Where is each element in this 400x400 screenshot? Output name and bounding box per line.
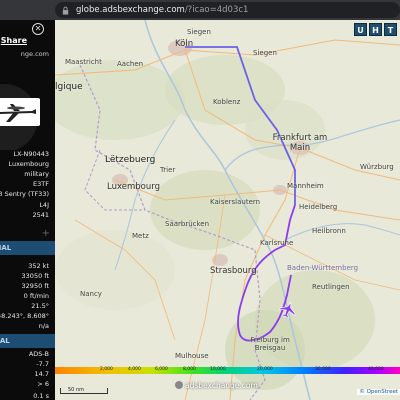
spatial-section-label: TIAL	[0, 244, 12, 252]
place-label: Trier	[160, 166, 176, 174]
map-canvas[interactable]: Siegen Köln Maastricht Aachen Siegen lgi…	[55, 20, 400, 400]
map-base-layer	[55, 20, 400, 400]
place-label: Luxembourg	[107, 182, 160, 192]
place-label: lgique	[55, 82, 83, 92]
rssi-value: -7.7	[36, 360, 49, 368]
url-host: globe.adsbexchange.com	[76, 5, 185, 15]
extra-value: n/a	[38, 322, 49, 330]
country-value: Luxembourg	[8, 160, 49, 168]
place-label: Metz	[132, 232, 149, 240]
browser-toolbar: globe.adsbexchange.com /?icao=4d03c1	[0, 0, 400, 20]
airplane-silhouette-icon	[0, 104, 36, 122]
place-label: Baden-Württemberg	[287, 264, 359, 272]
ground-speed-value: 352 kt	[28, 262, 49, 270]
legend-tick: 6,000	[155, 367, 168, 372]
url-path: /?icao=4d03c1	[184, 5, 249, 15]
place-label: Mulhouse	[175, 352, 209, 360]
signal-section-header[interactable]: NAL	[0, 334, 55, 348]
share-url: nge.com	[20, 50, 49, 58]
legend-tick: 8,000	[183, 367, 196, 372]
type-name-value: -3 Sentry (TF33)	[0, 190, 49, 198]
watermark: adsbexchange.com	[185, 381, 258, 390]
nac-value: > 6	[37, 380, 49, 388]
place-label: Köln	[175, 39, 194, 49]
position-value: 48.243°, 8.608°	[0, 312, 49, 320]
place-label: Lëtzebuerg	[105, 155, 156, 165]
msg-rate-value: 14.7	[34, 370, 49, 378]
spatial-section-header[interactable]: TIAL	[0, 241, 55, 255]
legend-tick: 30,000	[315, 367, 331, 372]
place-label: Koblenz	[213, 98, 241, 106]
layer-button-t[interactable]: T	[384, 23, 397, 36]
lock-icon	[62, 6, 69, 15]
close-icon[interactable]: ✕	[32, 23, 44, 35]
baro-altitude-value: 33050 ft	[21, 272, 49, 280]
category-value: military	[24, 170, 49, 178]
adsbexchange-logo-icon	[175, 381, 183, 389]
layer-button-h[interactable]: H	[369, 23, 382, 36]
legend-tick: 20,000	[257, 367, 273, 372]
squawk-value: 2541	[32, 211, 49, 219]
place-label: Reutlingen	[312, 283, 350, 291]
legend-tick: 4,000	[128, 367, 141, 372]
place-label: Karlsruhe	[260, 239, 294, 247]
aircraft-thumbnail[interactable]	[0, 98, 40, 126]
place-label: Saarbrücken	[165, 220, 210, 228]
last-seen-value: 0.1 s	[33, 392, 49, 400]
layer-button-u[interactable]: U	[354, 23, 367, 36]
aircraft-info-sidebar: ✕ Share nge.com LX-N90443 Luxembourg mil…	[0, 20, 55, 400]
place-label: Frankfurt am Main	[272, 133, 328, 153]
source-value: ADS-B	[28, 350, 49, 358]
registration-value: LX-N90443	[13, 150, 49, 158]
vertical-rate-value: 0 ft/min	[23, 292, 49, 300]
wtc-value: L4J	[39, 201, 49, 209]
signal-section-label: NAL	[0, 337, 10, 345]
place-label: Mannheim	[287, 182, 324, 190]
place-label: Strasbourg	[210, 266, 257, 276]
place-label: Freiburg im Breisgau	[250, 336, 290, 352]
place-label: Kaiserslautern	[210, 198, 261, 206]
track-value: 21.5°	[31, 302, 49, 310]
place-label: Nancy	[80, 290, 102, 298]
place-label: Würzburg	[360, 163, 394, 171]
place-label: Aachen	[117, 60, 144, 68]
legend-tick: 10,000	[210, 367, 226, 372]
share-link[interactable]: Share	[1, 36, 27, 45]
legend-tick: 40,000	[368, 367, 384, 372]
map-attribution[interactable]: © OpenStreet	[357, 389, 400, 395]
scale-label: 50 nm	[68, 387, 84, 393]
type-code-value: E3TF	[33, 180, 49, 188]
place-label: Siegen	[187, 28, 211, 36]
address-bar[interactable]: globe.adsbexchange.com /?icao=4d03c1	[55, 2, 400, 18]
legend-tick: 2,000	[100, 367, 113, 372]
expand-icon[interactable]: +	[42, 228, 50, 239]
geom-altitude-value: 32950 ft	[21, 282, 49, 290]
place-label: Heidelberg	[299, 203, 338, 211]
place-label: Siegen	[253, 49, 277, 57]
place-label: Heilbronn	[312, 227, 346, 235]
place-label: Maastricht	[65, 58, 102, 66]
